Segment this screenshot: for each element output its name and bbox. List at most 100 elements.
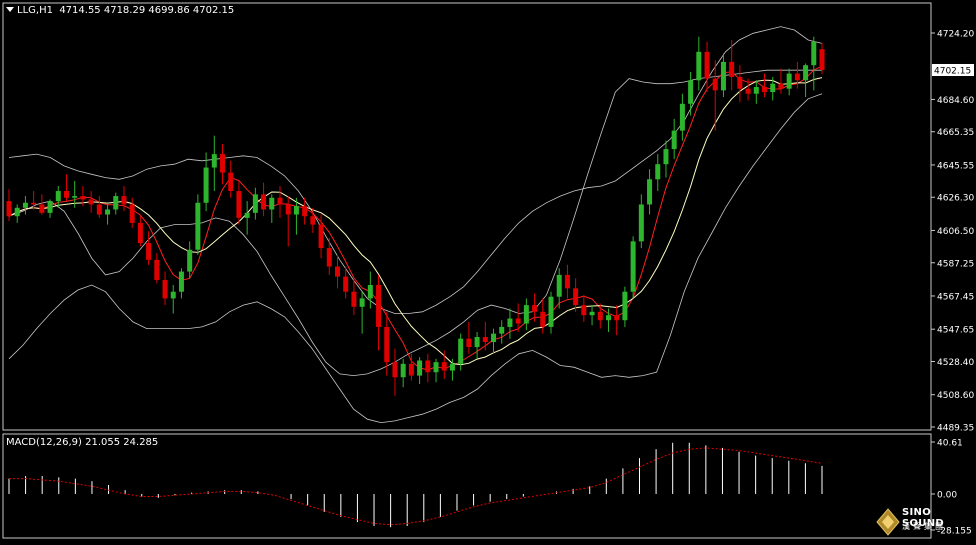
- candle-body: [187, 249, 193, 272]
- candle-body: [310, 216, 316, 225]
- candle-body: [425, 360, 431, 373]
- candle-body: [671, 130, 677, 150]
- price-tick-label: 4645.55: [937, 161, 974, 171]
- candle-body: [293, 206, 299, 215]
- candle-body: [137, 222, 143, 244]
- candle-body: [491, 333, 497, 343]
- candle-body: [236, 191, 242, 218]
- candle-body: [228, 172, 234, 192]
- candle-body: [647, 179, 653, 205]
- candle-body: [146, 243, 152, 260]
- candle-body: [302, 206, 308, 217]
- candle-body: [622, 291, 628, 321]
- candle-body: [384, 326, 390, 363]
- candle-body: [220, 154, 226, 173]
- candle-body: [351, 291, 357, 307]
- current-price-label: 4702.15: [934, 66, 971, 76]
- candle-body: [252, 194, 258, 213]
- candle-body: [778, 83, 784, 89]
- dropdown-triangle-icon[interactable]: [6, 7, 14, 12]
- chart-area[interactable]: 4724.20 4684.60 4665.35 4645.55 4626.30 4606.…: [0, 0, 976, 541]
- candle-body: [630, 241, 636, 292]
- candle-body: [638, 204, 644, 242]
- candle-body: [39, 204, 45, 213]
- candle-body: [548, 296, 554, 327]
- candle-body: [170, 291, 176, 299]
- candle-body: [277, 197, 283, 205]
- candle-body: [441, 362, 447, 371]
- candle-body: [581, 305, 587, 316]
- symbol-label: LLG,H1: [17, 5, 53, 16]
- candle-body: [22, 202, 28, 208]
- candle-body: [367, 284, 373, 299]
- candle-body: [334, 266, 340, 277]
- candle-body: [72, 196, 78, 198]
- candle-body: [285, 204, 291, 215]
- background: [0, 0, 976, 541]
- candle-body: [154, 259, 160, 280]
- candle-body: [696, 51, 702, 81]
- candle-body: [515, 318, 521, 324]
- candle-body: [474, 336, 480, 348]
- candle-body: [318, 224, 324, 249]
- price-tick-label: 4587.25: [937, 259, 974, 269]
- candle-body: [770, 83, 776, 93]
- chart-header: LLG,H1 4714.55 4718.29 4699.86 4702.15: [6, 5, 234, 16]
- price-tick-label: 4547.65: [937, 326, 974, 336]
- candle-body: [794, 73, 800, 81]
- sino-sound-logo: SINO SOUND 漢聲集團: [876, 506, 972, 538]
- price-tick-label: 4567.45: [937, 292, 974, 302]
- macd-header: MACD(12,26,9) 21.055 24.285: [6, 437, 159, 448]
- candle-body: [729, 61, 735, 77]
- candle-body: [458, 338, 464, 364]
- candle-body: [745, 88, 751, 94]
- candle-body: [47, 201, 53, 213]
- candle-body: [523, 305, 529, 324]
- candle-body: [63, 191, 69, 198]
- price-tick-label: 4508.60: [937, 391, 974, 401]
- candle-body: [113, 196, 119, 210]
- candle-body: [663, 149, 669, 165]
- price-tick-label: 4665.35: [937, 128, 974, 138]
- price-tick-label: 4606.50: [937, 227, 974, 237]
- candle-body: [564, 274, 570, 289]
- candle-body: [811, 41, 817, 66]
- candle-body: [203, 167, 209, 203]
- candle-body: [96, 204, 102, 215]
- candle-body: [433, 362, 439, 373]
- candle-body: [376, 284, 382, 327]
- candle-body: [720, 61, 726, 91]
- candle-body: [499, 326, 505, 334]
- candle-body: [605, 315, 611, 321]
- candle-body: [507, 318, 513, 327]
- candle-body: [80, 196, 86, 200]
- price-tick-label: 4626.30: [937, 194, 974, 204]
- candle-body: [417, 360, 423, 376]
- candle-body: [55, 191, 61, 202]
- candle-body: [31, 202, 37, 205]
- candle-body: [14, 207, 20, 217]
- candle-body: [466, 338, 472, 348]
- candle-body: [359, 298, 365, 307]
- price-tick-label: 4724.20: [937, 30, 974, 40]
- candle-body: [162, 279, 168, 299]
- candle-body: [449, 363, 455, 371]
- candle-body: [261, 194, 267, 210]
- candle-body: [129, 204, 135, 223]
- candle-body: [269, 197, 275, 210]
- candle-body: [400, 363, 406, 378]
- candle-body: [556, 274, 562, 297]
- candle-body: [121, 196, 127, 205]
- logo-subtext: 漢聲集團: [902, 522, 946, 531]
- price-tick-label: 4489.35: [937, 424, 974, 434]
- candle-body: [762, 87, 768, 93]
- candle: [630, 236, 636, 299]
- price-tick-label: 4684.60: [937, 96, 974, 106]
- candle-body: [803, 65, 809, 81]
- candle-body: [178, 271, 184, 292]
- candle-body: [532, 305, 538, 312]
- logo-emblem-icon: [876, 508, 900, 536]
- candle-body: [195, 202, 201, 250]
- candle-body: [573, 288, 579, 306]
- candle-body: [589, 311, 595, 316]
